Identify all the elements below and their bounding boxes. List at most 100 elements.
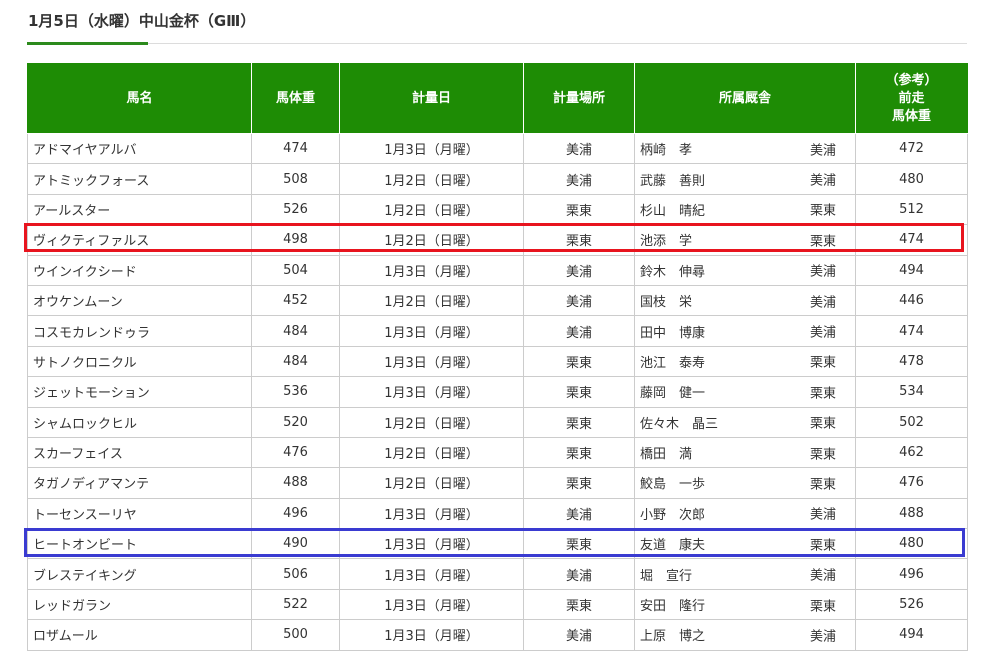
trainer-location: 栗東 [810, 477, 837, 493]
prev-weight-cell: 476 [855, 467, 968, 499]
table-row: アドマイヤアルバ 474 1月3日（月曜） 美浦 柄崎 孝美浦 472 [27, 132, 968, 165]
weight-cell: 490 [251, 528, 340, 560]
prev-weight-cell: 474 [855, 315, 968, 347]
weight-cell: 508 [251, 163, 340, 195]
stable-cell: 鈴木 伸尋 美浦 [634, 254, 856, 286]
table-row: ヒートオンビート 490 1月3日（月曜） 栗東 友道 康夫 栗東 480 [27, 528, 968, 560]
stable-cell: 池添 学 栗東 [634, 224, 856, 256]
weight-cell: 488 [251, 467, 340, 499]
stable-cell: 池江 泰寿 栗東 [634, 345, 856, 378]
table-header-row: 馬名 馬体重 計量日 計量場所 所属厩舎 （参考） 前走 馬体重 [27, 63, 968, 134]
horse-name-cell: サトノクロニクル [27, 345, 252, 378]
weigh-place-cell: 栗東 [523, 193, 635, 226]
table-row: コスモカレンドゥラ 484 1月3日（月曜） 美浦 田中 博康 美浦 474 [27, 315, 968, 347]
trainer-location: 美浦 [810, 143, 837, 159]
header-date: 計量日 [339, 63, 524, 134]
stable-cell: 武藤 善則 美浦 [634, 163, 856, 195]
horse-name-cell: タガノディアマンテ [27, 467, 252, 499]
prev-weight-cell: 474 [855, 224, 968, 256]
table-body: アドマイヤアルバ 474 1月3日（月曜） 美浦 柄崎 孝美浦 472 アトミックフォース 5… [27, 132, 968, 651]
stable-cell: 橋田 満 栗東 [634, 436, 856, 469]
table-row: シャムロックヒル 520 1月2日（日曜） 栗東 佐々木 晶三 栗東 502 [27, 406, 968, 438]
trainer-location: 栗東 [810, 416, 837, 432]
trainer-location: 美浦 [810, 629, 837, 645]
trainer-location: 美浦 [810, 325, 837, 341]
weigh-place-cell: 栗東 [523, 376, 635, 408]
table-row: ジェットモーション 536 1月3日（月曜） 栗東 藤岡 健一 栗東 534 [27, 376, 968, 408]
header-prev-line2: 前走 [898, 90, 925, 106]
header-weight: 馬体重 [251, 63, 340, 134]
trainer-name: 小野 次郎 [640, 507, 706, 523]
weigh-place-cell: 美浦 [523, 558, 635, 590]
trainer-location: 栗東 [810, 447, 837, 463]
table-row: タガノディアマンテ 488 1月2日（日曜） 栗東 鮫島 一歩 栗東 476 [27, 467, 968, 499]
table-row: ウインイクシード 504 1月3日（月曜） 美浦 鈴木 伸尋 美浦 494 [27, 254, 968, 286]
weigh-place-cell: 美浦 [523, 132, 635, 165]
horse-name-cell: アールスター [27, 193, 252, 226]
weight-cell: 474 [251, 132, 340, 165]
stable-cell: 藤岡 健一 栗東 [634, 376, 856, 408]
stable-cell: 柄崎 孝 美浦 [634, 132, 856, 165]
stable-cell: 国枝 栄 美浦 [634, 284, 856, 317]
trainer-name: 田中 博康 [640, 325, 706, 341]
prev-weight-cell: 446 [855, 284, 968, 317]
table-row: サトノクロニクル 484 1月3日（月曜） 栗東 池江 泰寿 栗東 478 [27, 345, 968, 378]
title-underline [27, 42, 148, 45]
horse-name-cell: オウケンムーン [27, 284, 252, 317]
weights-table: 馬名 馬体重 計量日 計量場所 所属厩舎 （参考） 前走 馬体重 アドマイヤアル… [27, 63, 968, 651]
horse-name-cell: アトミックフォース [27, 163, 252, 195]
weight-cell: 498 [251, 224, 340, 256]
stable-cell: 杉山 晴紀 栗東 [634, 193, 856, 226]
horse-name-cell: ジェットモーション [27, 376, 252, 408]
weight-cell: 506 [251, 558, 340, 590]
table-row: アールスター 526 1月2日（日曜） 栗東 杉山 晴紀 栗東 512 [27, 193, 968, 226]
weigh-date-cell: 1月3日（月曜） [339, 376, 524, 408]
trainer-location: 美浦 [810, 507, 837, 523]
prev-weight-cell: 502 [855, 406, 968, 438]
weigh-date-cell: 1月3日（月曜） [339, 254, 524, 286]
table-row: レッドガラン 522 1月3日（月曜） 栗東 安田 隆行 栗東 526 [27, 588, 968, 621]
trainer-name: 鮫島 一歩 [640, 477, 706, 493]
stable-cell: 小野 次郎 美浦 [634, 497, 856, 530]
weigh-place-cell: 栗東 [523, 436, 635, 469]
trainer-location: 美浦 [810, 173, 837, 189]
header-horse-name: 馬名 [27, 63, 252, 134]
weight-cell: 504 [251, 254, 340, 286]
prev-weight-cell: 534 [855, 376, 968, 408]
weigh-date-cell: 1月2日（日曜） [339, 163, 524, 195]
weight-cell: 484 [251, 345, 340, 378]
header-prev-weight: （参考） 前走 馬体重 [855, 63, 968, 134]
weight-cell: 522 [251, 588, 340, 621]
weight-cell: 520 [251, 406, 340, 438]
weigh-place-cell: 美浦 [523, 315, 635, 347]
prev-weight-cell: 478 [855, 345, 968, 378]
trainer-name: 柄崎 孝 [640, 143, 693, 159]
trainer-location: 美浦 [810, 295, 837, 311]
trainer-name: 友道 康夫 [640, 538, 706, 554]
horse-name-cell: レッドガラン [27, 588, 252, 621]
weigh-place-cell: 栗東 [523, 224, 635, 256]
prev-weight-cell: 512 [855, 193, 968, 226]
weigh-date-cell: 1月2日（日曜） [339, 467, 524, 499]
trainer-name: 池添 学 [640, 234, 693, 250]
weigh-place-cell: 美浦 [523, 497, 635, 530]
prev-weight-cell: 496 [855, 558, 968, 590]
stable-cell: 友道 康夫 栗東 [634, 528, 856, 560]
table-row: スカーフェイス 476 1月2日（日曜） 栗東 橋田 満栗東 462 [27, 436, 968, 469]
weight-cell: 496 [251, 497, 340, 530]
prev-weight-cell: 494 [855, 254, 968, 286]
trainer-name: 橋田 満 [640, 447, 693, 463]
header-prev-line3: 馬体重 [891, 108, 931, 124]
prev-weight-cell: 462 [855, 436, 968, 469]
table-row: ブレステイキング 506 1月3日（月曜） 美浦堀 宣行 美浦 496 [27, 558, 968, 590]
horse-name-cell: コスモカレンドゥラ [27, 315, 252, 347]
weigh-date-cell: 1月2日（日曜） [339, 224, 524, 256]
header-prev-line1: （参考） [885, 72, 938, 88]
prev-weight-cell: 480 [855, 528, 968, 560]
weigh-place-cell: 美浦 [523, 619, 635, 651]
trainer-location: 栗東 [810, 355, 837, 371]
stable-cell: 堀 宣行 美浦 [634, 558, 856, 590]
trainer-location: 栗東 [810, 386, 837, 402]
stable-cell: 上原 博之 美浦 [634, 619, 856, 651]
weight-cell: 476 [251, 436, 340, 469]
